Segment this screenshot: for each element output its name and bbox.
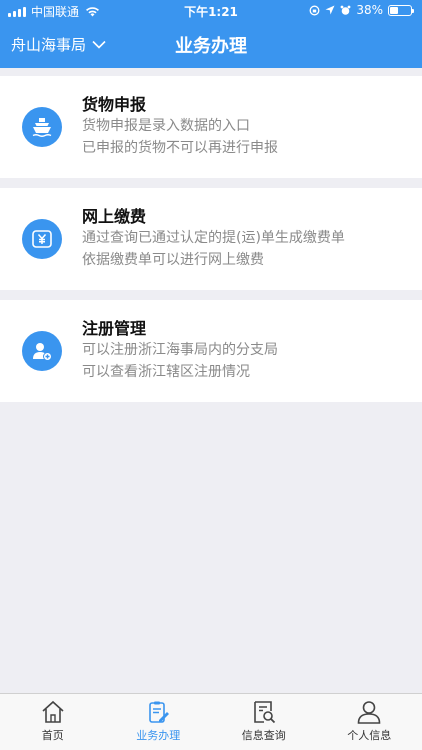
- top-bar: 中国联通 下午1:21 38% 舟山海事局 业务办理: [0, 0, 422, 68]
- chevron-down-icon: [92, 40, 106, 49]
- yuan-icon: [22, 219, 62, 259]
- battery-fill: [390, 6, 398, 14]
- tab-home[interactable]: 首页: [0, 694, 106, 750]
- tab-label: 信息查询: [241, 729, 286, 742]
- card-desc-line1: 通过查询已通过认定的提(运)单生成缴费单: [82, 230, 345, 246]
- tab-label: 业务办理: [136, 729, 181, 742]
- service-card-online-payment[interactable]: 网上缴费 通过查询已通过认定的提(运)单生成缴费单 依据缴费单可以进行网上缴费: [0, 188, 422, 290]
- card-title: 网上缴费: [82, 207, 147, 226]
- card-desc-line1: 可以注册浙江海事局内的分支局: [82, 342, 278, 358]
- service-card-cargo-declaration[interactable]: 货物申报 货物申报是录入数据的入口 已申报的货物不可以再进行申报: [0, 76, 422, 178]
- user-add-icon: [22, 331, 62, 371]
- status-bar: 中国联通 下午1:21 38%: [0, 0, 422, 22]
- clipboard-edit-icon: [149, 701, 170, 723]
- card-desc-line2: 已申报的货物不可以再进行申报: [82, 140, 278, 156]
- document-search-icon: [253, 701, 275, 724]
- tab-label: 个人信息: [347, 729, 392, 742]
- card-title: 注册管理: [82, 319, 147, 338]
- tab-label: 首页: [41, 729, 64, 742]
- ship-icon: [22, 107, 62, 147]
- home-icon: [42, 700, 64, 723]
- person-icon: [357, 701, 381, 724]
- battery-percent: 38%: [356, 3, 383, 17]
- card-desc-line1: 货物申报是录入数据的入口: [82, 118, 250, 134]
- tab-personal-info[interactable]: 个人信息: [317, 694, 422, 750]
- card-desc-line2: 依据缴费单可以进行网上缴费: [82, 252, 264, 268]
- tab-business[interactable]: 业务办理: [106, 694, 212, 750]
- service-card-registration[interactable]: 注册管理 可以注册浙江海事局内的分支局 可以查看浙江辖区注册情况: [0, 300, 422, 402]
- rotation-lock-icon: [309, 5, 320, 15]
- status-right: 38%: [309, 3, 414, 17]
- location-icon: [325, 5, 335, 15]
- location-selector[interactable]: 舟山海事局: [11, 34, 106, 55]
- card-title: 货物申报: [82, 95, 147, 114]
- tab-bar: 首页 业务办理 信息查询 个人信息: [0, 693, 422, 750]
- location-label: 舟山海事局: [11, 36, 87, 54]
- battery-icon: [388, 4, 414, 16]
- tab-info-query[interactable]: 信息查询: [211, 694, 317, 750]
- card-desc-line2: 可以查看浙江辖区注册情况: [82, 364, 250, 380]
- alarm-icon: [340, 5, 351, 15]
